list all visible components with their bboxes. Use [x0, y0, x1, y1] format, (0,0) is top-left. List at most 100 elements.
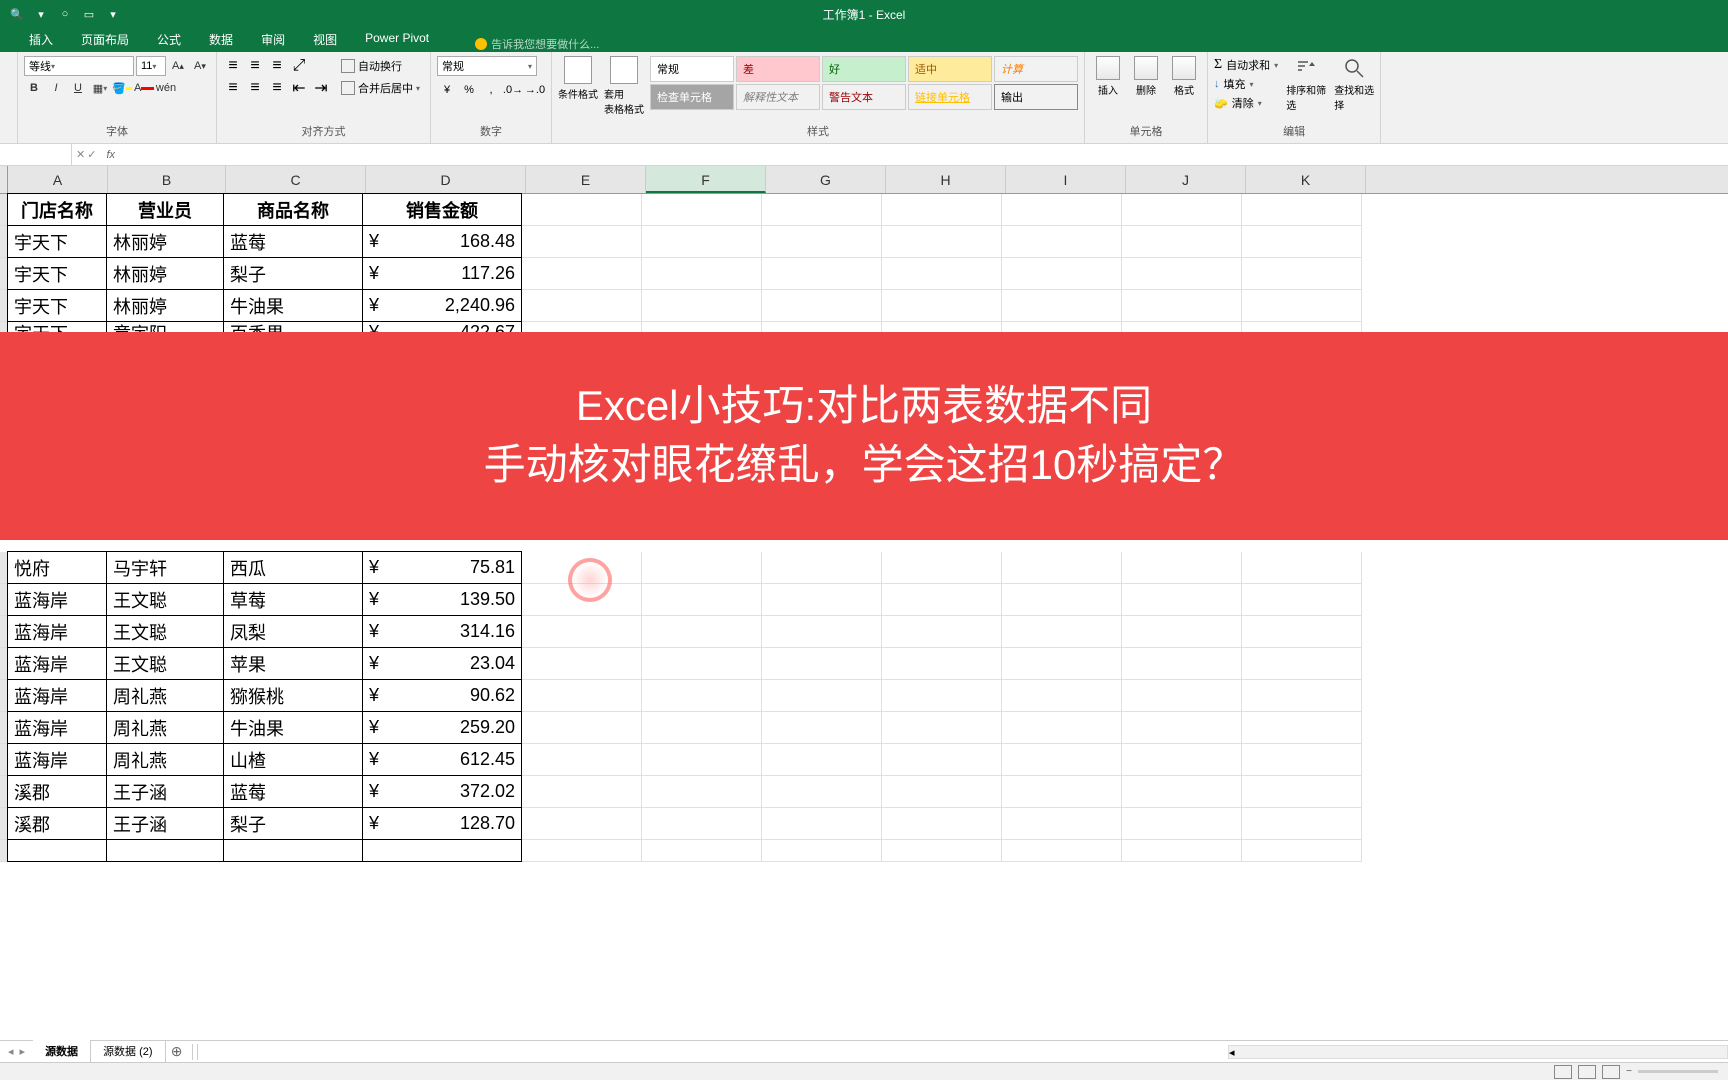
column-header[interactable]: E	[526, 166, 646, 193]
table-row[interactable]: 门店名称营业员商品名称销售金额	[0, 194, 1728, 226]
table-row[interactable]	[0, 840, 1728, 862]
table-row[interactable]: 溪郡王子涵梨子¥128.70	[0, 808, 1728, 840]
menu-tab[interactable]: Power Pivot	[351, 27, 443, 52]
menu-tab[interactable]: 公式	[143, 27, 195, 52]
horizontal-scrollbar[interactable]: ◂	[1228, 1045, 1728, 1059]
column-header[interactable]: K	[1246, 166, 1366, 193]
increase-font-icon[interactable]: A▴	[168, 56, 188, 76]
cell[interactable]	[642, 258, 762, 290]
conditional-format-button[interactable]: 条件格式	[558, 56, 598, 101]
cell[interactable]	[1002, 712, 1122, 744]
align-bottom-icon[interactable]: ≡	[267, 56, 287, 76]
cell[interactable]	[762, 616, 882, 648]
qat-dropdown-icon[interactable]: ▾	[34, 7, 48, 21]
bold-button[interactable]: B	[24, 78, 44, 98]
cell[interactable]: 草莓	[223, 583, 363, 616]
align-center-icon[interactable]: ≡	[245, 78, 265, 98]
column-header[interactable]: A	[8, 166, 108, 193]
column-header[interactable]: B	[108, 166, 226, 193]
cell[interactable]: 林丽婷	[106, 225, 224, 258]
cell[interactable]: 梨子	[223, 807, 363, 840]
column-header[interactable]: C	[226, 166, 366, 193]
cell[interactable]	[1122, 584, 1242, 616]
style-cell[interactable]: 警告文本	[822, 84, 906, 110]
cell[interactable]	[1242, 258, 1362, 290]
cell[interactable]	[1242, 584, 1362, 616]
cell[interactable]	[1242, 776, 1362, 808]
cell[interactable]	[522, 226, 642, 258]
cell[interactable]	[762, 194, 882, 226]
sort-filter-button[interactable]: 排序和筛选	[1286, 56, 1326, 112]
cell[interactable]	[762, 808, 882, 840]
cell[interactable]: 销售金额	[362, 193, 522, 226]
cell[interactable]: 蓝莓	[223, 775, 363, 808]
cell[interactable]: ¥259.20	[362, 711, 522, 744]
zoom-out-icon[interactable]: −	[1626, 1066, 1632, 1077]
cell[interactable]: 猕猴桃	[223, 679, 363, 712]
cell[interactable]	[1242, 744, 1362, 776]
decrease-font-icon[interactable]: A▾	[190, 56, 210, 76]
cell[interactable]	[882, 552, 1002, 584]
style-cell[interactable]: 常规	[650, 56, 734, 82]
cell[interactable]	[882, 808, 1002, 840]
cell[interactable]: 蓝海岸	[7, 583, 107, 616]
align-middle-icon[interactable]: ≡	[245, 56, 265, 76]
align-right-icon[interactable]: ≡	[267, 78, 287, 98]
cell[interactable]	[642, 226, 762, 258]
clear-button[interactable]: 🧽清除▾	[1214, 94, 1278, 112]
cell[interactable]	[522, 680, 642, 712]
cell[interactable]	[1122, 808, 1242, 840]
cell[interactable]	[1242, 648, 1362, 680]
cell[interactable]	[882, 258, 1002, 290]
cell[interactable]	[522, 808, 642, 840]
fx-icon[interactable]: fx	[100, 149, 121, 161]
cell[interactable]	[1122, 680, 1242, 712]
cell[interactable]: 商品名称	[223, 193, 363, 226]
zoom-slider[interactable]	[1638, 1070, 1718, 1073]
cell[interactable]	[522, 648, 642, 680]
qat-more-icon[interactable]: ▾	[106, 7, 120, 21]
cell[interactable]: 周礼燕	[106, 711, 224, 744]
style-cell[interactable]: 计算	[994, 56, 1078, 82]
cell[interactable]	[1242, 552, 1362, 584]
cell[interactable]	[762, 290, 882, 322]
cell[interactable]	[882, 712, 1002, 744]
cell[interactable]	[1242, 680, 1362, 712]
cell[interactable]	[1122, 194, 1242, 226]
table-row[interactable]: 蓝海岸周礼燕牛油果¥259.20	[0, 712, 1728, 744]
cell[interactable]: 山楂	[223, 743, 363, 776]
cell[interactable]	[642, 680, 762, 712]
menu-tab[interactable]: 插入	[15, 27, 67, 52]
name-box[interactable]	[0, 144, 72, 165]
cell[interactable]: 林丽婷	[106, 289, 224, 322]
percent-button[interactable]: %	[459, 80, 479, 100]
cell[interactable]: ¥139.50	[362, 583, 522, 616]
cell[interactable]	[1002, 226, 1122, 258]
cell[interactable]: ¥612.45	[362, 743, 522, 776]
cell[interactable]	[882, 290, 1002, 322]
cell[interactable]: ¥90.62	[362, 679, 522, 712]
table-row[interactable]: 溪郡王子涵蓝莓¥372.02	[0, 776, 1728, 808]
cell[interactable]: 门店名称	[7, 193, 107, 226]
cell[interactable]	[642, 584, 762, 616]
font-size-select[interactable]: 11▾	[136, 56, 166, 76]
cell[interactable]	[1122, 712, 1242, 744]
page-layout-view-icon[interactable]	[1578, 1065, 1596, 1079]
column-header[interactable]: G	[766, 166, 886, 193]
indent-increase-icon[interactable]: ⇥	[311, 78, 331, 98]
cell[interactable]: 宇天下	[7, 257, 107, 290]
cell[interactable]: 周礼燕	[106, 743, 224, 776]
cell[interactable]	[1122, 744, 1242, 776]
cell[interactable]: ¥75.81	[362, 551, 522, 584]
cell[interactable]	[762, 744, 882, 776]
cell[interactable]: 宇天下	[7, 289, 107, 322]
cell[interactable]	[522, 776, 642, 808]
autosum-button[interactable]: Σ自动求和▾	[1214, 56, 1278, 74]
column-header[interactable]: F	[646, 166, 766, 193]
delete-cells-button[interactable]: 删除	[1129, 56, 1163, 97]
cell[interactable]: ¥314.16	[362, 615, 522, 648]
increase-decimal-button[interactable]: .0→	[503, 80, 523, 100]
align-top-icon[interactable]: ≡	[223, 56, 243, 76]
tell-me-box[interactable]: 告诉我您想要做什么...	[475, 36, 599, 52]
column-header[interactable]: J	[1126, 166, 1246, 193]
